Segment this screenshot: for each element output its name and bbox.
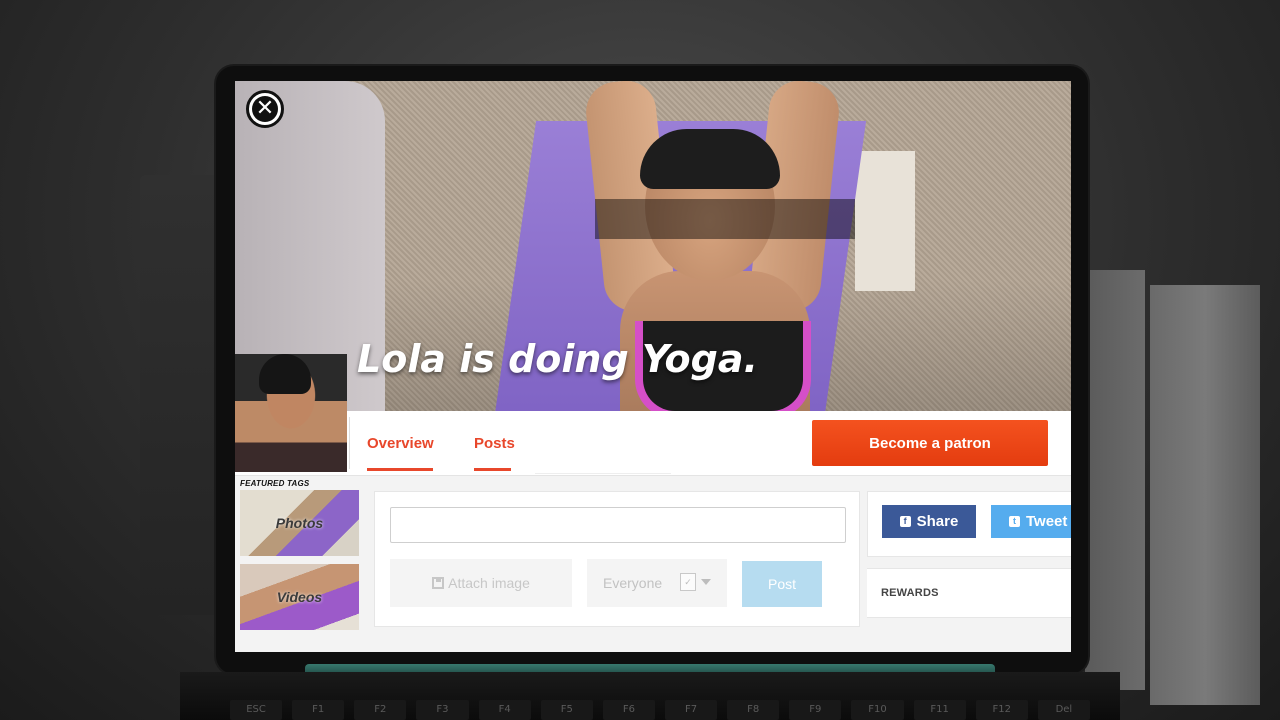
post-button[interactable]: Post bbox=[742, 561, 822, 607]
facebook-icon: f bbox=[899, 516, 911, 527]
tab-overview[interactable]: Overview bbox=[367, 435, 434, 471]
rewards-heading: REWARDS bbox=[881, 587, 939, 599]
profile-navbar: Overview Posts Become a patron bbox=[235, 354, 1071, 476]
keyboard-key: F11 bbox=[913, 700, 966, 720]
tag-photos[interactable]: Photos bbox=[240, 490, 359, 556]
audience-select[interactable]: Everyone ✓ bbox=[587, 559, 727, 607]
hero-banner: Lola is doing Yoga. ✕ bbox=[235, 81, 1071, 411]
hero-shadow bbox=[595, 199, 855, 239]
background-book bbox=[1085, 270, 1145, 690]
keyboard-key: F9 bbox=[789, 700, 842, 720]
close-button[interactable]: ✕ bbox=[246, 90, 284, 128]
tag-label: Videos bbox=[276, 589, 323, 605]
avatar bbox=[235, 354, 347, 472]
close-icon: ✕ bbox=[252, 96, 278, 122]
keyboard-key: F3 bbox=[416, 700, 469, 720]
tweet-button[interactable]: t Tweet bbox=[991, 505, 1071, 538]
keyboard-key: ESC bbox=[230, 700, 283, 720]
facebook-share-button[interactable]: f Share bbox=[882, 505, 976, 538]
chevron-down-icon bbox=[701, 579, 711, 585]
share-panel: f Share t Tweet bbox=[867, 491, 1071, 557]
hero-figure-hair bbox=[640, 129, 780, 189]
keyboard-key: Del bbox=[1037, 700, 1090, 720]
post-input[interactable] bbox=[390, 507, 846, 543]
keyboard-key: F10 bbox=[851, 700, 904, 720]
laptop-screen: Lola is doing Yoga. ✕ Overview Posts Bec… bbox=[235, 81, 1071, 652]
tag-videos[interactable]: Videos bbox=[240, 564, 359, 630]
nav-divider bbox=[349, 417, 350, 469]
post-composer: Attach image Everyone ✓ Post bbox=[374, 491, 860, 627]
keyboard-key: F4 bbox=[478, 700, 531, 720]
tweet-label: Tweet bbox=[1026, 513, 1068, 530]
nav-divider bbox=[535, 473, 671, 474]
share-label: Share bbox=[916, 513, 959, 530]
hero-title: Lola is doing Yoga. bbox=[357, 337, 758, 381]
keyboard-keys: ESC F1 F2 F3 F4 F5 F6 F7 F8 F9 F10 F11 F12 Del bbox=[230, 700, 1090, 720]
featured-tags-heading: FEATURED TAGS bbox=[240, 479, 310, 488]
audience-value: Everyone bbox=[603, 575, 663, 591]
select-box: ✓ bbox=[680, 573, 696, 591]
attach-image-button[interactable]: Attach image bbox=[390, 559, 572, 607]
keyboard-key: F8 bbox=[727, 700, 780, 720]
become-patron-button[interactable]: Become a patron bbox=[812, 420, 1048, 466]
avatar-hair bbox=[259, 354, 311, 394]
keyboard-key: F1 bbox=[292, 700, 345, 720]
rewards-panel: REWARDS bbox=[867, 568, 1071, 618]
keyboard-key: F12 bbox=[975, 700, 1028, 720]
floppy-icon bbox=[432, 577, 445, 589]
keyboard-key: F5 bbox=[540, 700, 593, 720]
attach-image-label: Attach image bbox=[448, 575, 530, 591]
tag-label: Photos bbox=[275, 515, 324, 531]
twitter-icon: t bbox=[1009, 516, 1020, 527]
keyboard-key: F2 bbox=[354, 700, 407, 720]
tab-posts[interactable]: Posts bbox=[474, 435, 515, 471]
keyboard-key: F7 bbox=[664, 700, 718, 720]
keyboard-key: F6 bbox=[602, 700, 655, 720]
background-book bbox=[1150, 285, 1260, 705]
hero-light-patch bbox=[855, 151, 915, 291]
